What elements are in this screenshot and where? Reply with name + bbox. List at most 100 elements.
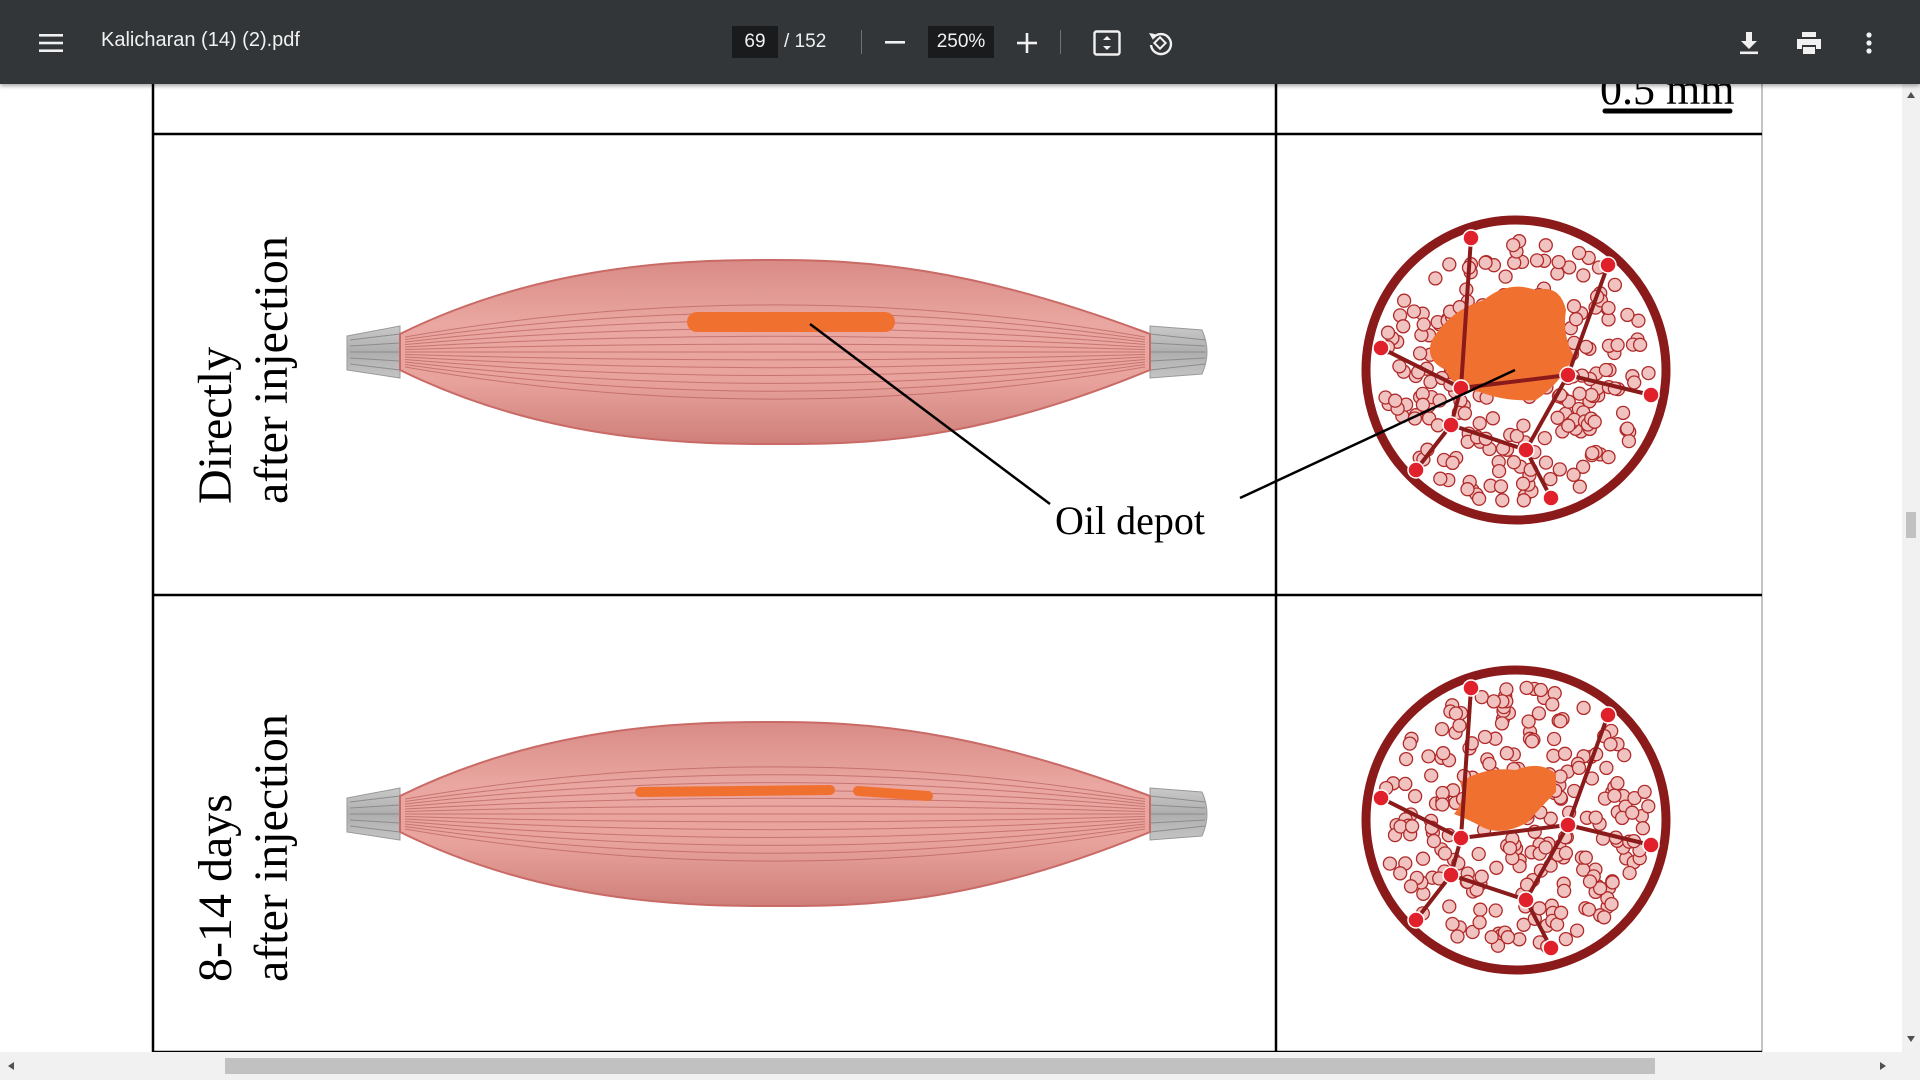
muscle-cell [1506, 455, 1522, 470]
muscle-cell [1641, 799, 1656, 814]
rotate-icon[interactable] [1143, 26, 1177, 60]
muscle-cell [1393, 866, 1408, 881]
muscle-cell [1502, 841, 1518, 856]
scroll-right-arrow-icon[interactable] [1880, 1062, 1886, 1070]
muscle-cell [1398, 776, 1413, 792]
muscle-cell [1529, 253, 1545, 268]
muscle-cell [1566, 299, 1582, 314]
blood-vessel [1559, 366, 1577, 384]
muscle-cell [1460, 482, 1475, 497]
pdf-page: 0.5 mm Directly after injection 8-14 day… [0, 84, 1902, 1052]
muscle-cell [1499, 682, 1514, 697]
row-label-line1: 8-14 days [189, 794, 242, 982]
muscle-cell [1489, 860, 1504, 875]
muscle-cell [1403, 879, 1419, 894]
muscle-cell [1442, 257, 1457, 272]
muscle-cell [1558, 931, 1574, 947]
blood-vessel [1442, 416, 1460, 434]
muscle-cell [1584, 387, 1599, 403]
muscle-cell [1506, 237, 1521, 253]
zoom-out-icon[interactable] [878, 26, 912, 60]
muscle-cell [1572, 479, 1587, 494]
muscle-cell [1598, 362, 1614, 378]
print-icon[interactable] [1792, 26, 1826, 60]
row-label-directly: Directly after injection [188, 236, 300, 504]
toolbar-divider [861, 30, 862, 54]
muscle-cell [1546, 731, 1562, 747]
fit-to-page-icon[interactable] [1090, 26, 1124, 60]
muscle-cell [1557, 746, 1573, 761]
muscle-cell [1396, 319, 1411, 334]
muscle-cell [1388, 393, 1403, 408]
muscle-cell [1445, 455, 1460, 471]
muscle-cell [1625, 805, 1640, 820]
scroll-down-arrow-icon[interactable] [1907, 1036, 1915, 1042]
muscle-cell [1478, 255, 1493, 270]
more-options-icon[interactable] [1852, 26, 1886, 60]
muscle-cell [1571, 760, 1587, 776]
muscle-cell [1516, 493, 1531, 508]
muscle-cell [1437, 846, 1453, 861]
muscle-cell [1585, 445, 1600, 461]
muscle-cell [1442, 899, 1457, 914]
vertical-scrollbar[interactable] [1902, 84, 1920, 1052]
horizontal-scroll-thumb[interactable] [225, 1058, 1655, 1074]
blood-vessel [1372, 789, 1390, 807]
blood-vessel [1559, 816, 1577, 834]
muscle-cell [1538, 840, 1553, 855]
oil-depot [853, 786, 933, 801]
muscle-cell [1599, 760, 1614, 776]
muscle-cell [1426, 833, 1442, 849]
muscle-cell [1471, 491, 1487, 506]
muscle-cell [1402, 736, 1417, 751]
blood-vessel [1407, 911, 1425, 929]
muscle-cell [1607, 277, 1623, 293]
muscle-cell [1537, 430, 1552, 446]
muscle-cell [1549, 917, 1565, 932]
muscle-cell [1452, 718, 1467, 733]
download-icon[interactable] [1732, 26, 1766, 60]
muscle-cell [1607, 788, 1622, 803]
muscle-cell [1604, 896, 1619, 912]
muscle-cell [1620, 421, 1635, 436]
muscle-cell [1500, 930, 1516, 945]
muscle-cell [1603, 737, 1618, 752]
zoom-level-input[interactable]: 250% [928, 26, 994, 58]
vertical-scroll-thumb[interactable] [1906, 512, 1916, 538]
pdf-toolbar: Kalicharan (14) (2).pdf 69 / 152 250% [0, 0, 1920, 84]
blood-vessel [1517, 891, 1535, 909]
muscle-cell [1572, 386, 1587, 401]
blood-vessel [1642, 836, 1660, 854]
muscle-cell [1551, 254, 1566, 270]
muscle-cell [1601, 449, 1616, 465]
row-label-line2: after injection [245, 714, 298, 982]
muscle-cell [1620, 307, 1635, 323]
document-title: Kalicharan (14) (2).pdf [101, 29, 300, 51]
muscle-cell [1495, 493, 1510, 508]
muscle-cell [1538, 238, 1553, 253]
muscle-cell [1498, 269, 1513, 284]
muscle-cell [1622, 865, 1637, 881]
horizontal-scrollbar[interactable] [0, 1052, 1920, 1080]
muscle-cell [1627, 375, 1642, 390]
muscle-cell [1581, 902, 1597, 917]
zoom-in-icon[interactable] [1010, 26, 1044, 60]
document-viewport[interactable]: 0.5 mm Directly after injection 8-14 day… [0, 84, 1902, 1052]
blood-vessel [1542, 939, 1560, 957]
muscle-cell [1543, 471, 1558, 487]
muscle-cell [1436, 746, 1451, 761]
muscle-cell [1546, 748, 1561, 763]
oil-depot [635, 785, 835, 797]
hamburger-menu-icon[interactable] [34, 26, 68, 60]
muscle-cell [1471, 846, 1486, 862]
muscle-cell [1601, 300, 1616, 316]
muscle-cell [1491, 463, 1507, 479]
oil-depot-label: Oil depot [1055, 498, 1205, 543]
blood-vessel [1599, 706, 1617, 724]
scroll-up-arrow-icon[interactable] [1907, 92, 1915, 98]
muscle-cell [1524, 734, 1540, 749]
page-number-input[interactable]: 69 [732, 26, 778, 58]
scroll-left-arrow-icon[interactable] [8, 1062, 14, 1070]
cross-section-directly [1361, 215, 1671, 525]
muscle-cell [1499, 746, 1515, 761]
